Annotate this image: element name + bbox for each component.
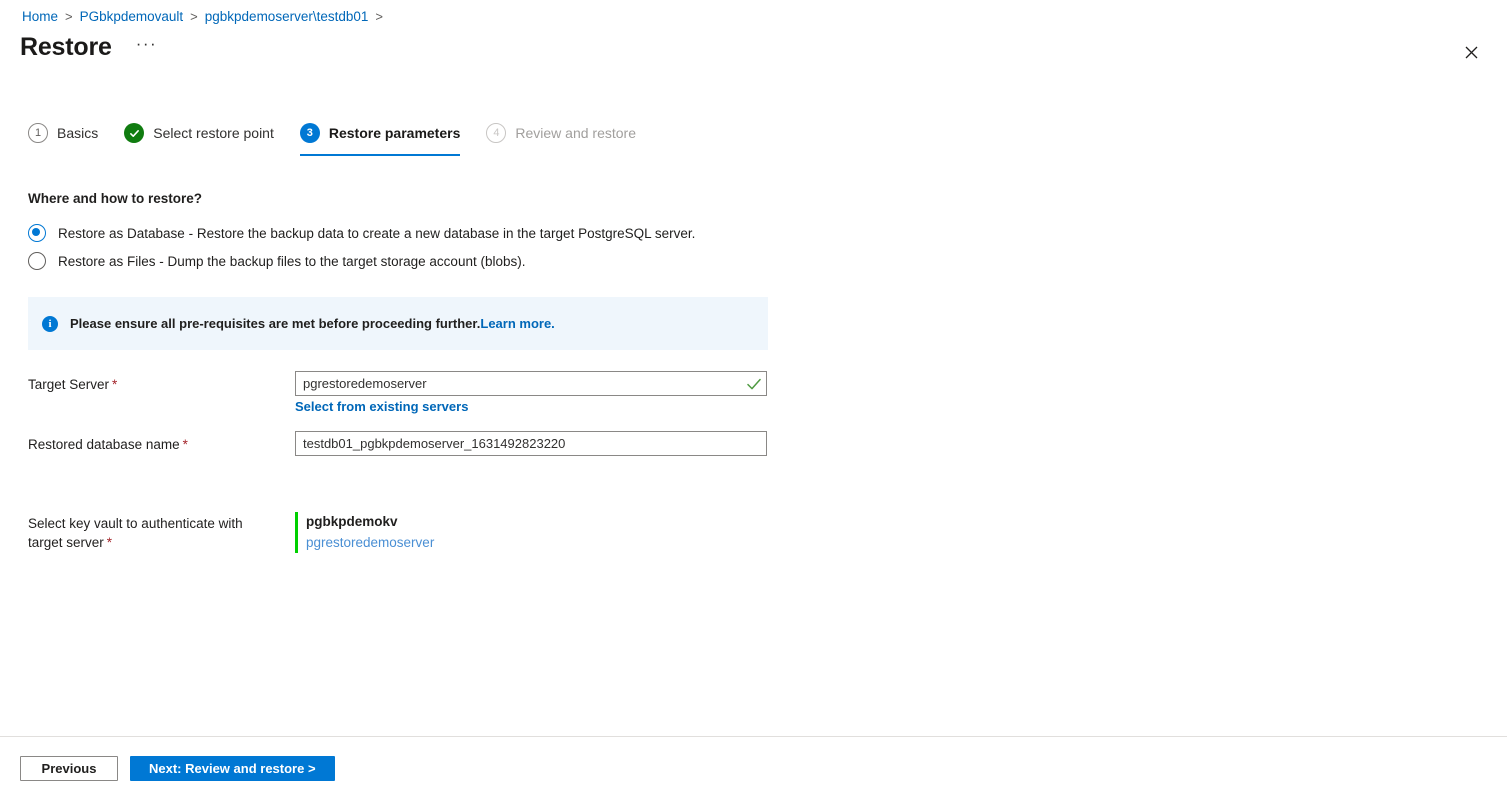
label-target-server: Target Server* bbox=[28, 375, 117, 394]
next-review-and-restore-button[interactable]: Next: Review and restore > bbox=[130, 756, 335, 781]
step-label: Basics bbox=[57, 125, 98, 141]
info-banner-text: Please ensure all pre-requisites are met… bbox=[70, 316, 555, 331]
more-options-button[interactable]: ··· bbox=[132, 33, 161, 61]
step-number-badge: 4 bbox=[486, 123, 506, 143]
key-vault-name: pgbkpdemokv bbox=[306, 512, 434, 532]
step-complete-check-icon bbox=[124, 123, 144, 143]
page-title: Restore bbox=[20, 30, 112, 64]
label-restored-database-name-text: Restored database name bbox=[28, 437, 180, 452]
radio-option-label: Restore as Database - Restore the backup… bbox=[58, 226, 695, 241]
breadcrumb-separator: > bbox=[65, 9, 73, 24]
required-indicator: * bbox=[183, 437, 188, 452]
learn-more-link[interactable]: Learn more. bbox=[480, 316, 554, 331]
required-indicator: * bbox=[107, 535, 112, 550]
step-number-badge: 1 bbox=[28, 123, 48, 143]
target-server-input[interactable] bbox=[295, 371, 767, 396]
info-banner-message: Please ensure all pre-requisites are met… bbox=[70, 316, 480, 331]
breadcrumb-item-vault[interactable]: PGbkpdemovault bbox=[80, 9, 184, 24]
step-label: Restore parameters bbox=[329, 125, 461, 141]
title-row: Restore ··· bbox=[20, 30, 161, 64]
label-target-server-text: Target Server bbox=[28, 377, 109, 392]
previous-button[interactable]: Previous bbox=[20, 756, 118, 781]
checkmark-icon bbox=[129, 128, 140, 139]
breadcrumb-item-home[interactable]: Home bbox=[22, 9, 58, 24]
select-from-existing-servers-link[interactable]: Select from existing servers bbox=[295, 399, 468, 414]
step-label: Select restore point bbox=[153, 125, 274, 141]
key-vault-status-bar bbox=[295, 512, 298, 553]
key-vault-subtitle: pgrestoredemoserver bbox=[306, 532, 434, 553]
info-circle-icon: i bbox=[42, 316, 58, 332]
wizard-steps: 1 Basics Select restore point 3 Restore … bbox=[28, 118, 662, 148]
breadcrumb: Home > PGbkpdemovault > pgbkpdemoserver\… bbox=[22, 4, 390, 28]
radio-option-label: Restore as Files - Dump the backup files… bbox=[58, 254, 525, 269]
step-label: Review and restore bbox=[515, 125, 636, 141]
target-server-valid-checkmark-icon bbox=[746, 376, 762, 392]
radio-option-restore-as-files[interactable]: Restore as Files - Dump the backup files… bbox=[28, 247, 695, 275]
close-button[interactable] bbox=[1455, 36, 1487, 68]
step-number-badge: 3 bbox=[300, 123, 320, 143]
section-heading-where-and-how: Where and how to restore? bbox=[28, 191, 202, 206]
prerequisites-info-banner: i Please ensure all pre-requisites are m… bbox=[28, 297, 768, 350]
label-select-key-vault-line1: Select key vault to authenticate with bbox=[28, 516, 243, 531]
radio-unselected-icon bbox=[28, 252, 46, 270]
footer-divider bbox=[0, 736, 1507, 737]
label-restored-database-name: Restored database name* bbox=[28, 435, 188, 454]
wizard-step-restore-parameters[interactable]: 3 Restore parameters bbox=[300, 118, 461, 148]
breadcrumb-separator: > bbox=[190, 9, 198, 24]
key-vault-selection[interactable]: pgbkpdemokv pgrestoredemoserver bbox=[295, 512, 434, 553]
restore-mode-radio-group: Restore as Database - Restore the backup… bbox=[28, 219, 695, 275]
wizard-step-review-and-restore: 4 Review and restore bbox=[486, 118, 636, 148]
radio-selected-icon bbox=[28, 224, 46, 242]
required-indicator: * bbox=[112, 377, 117, 392]
wizard-step-select-restore-point[interactable]: Select restore point bbox=[124, 118, 274, 148]
wizard-step-basics[interactable]: 1 Basics bbox=[28, 118, 98, 148]
breadcrumb-item-database[interactable]: pgbkpdemoserver\testdb01 bbox=[205, 9, 369, 24]
wizard-footer: Previous Next: Review and restore > bbox=[20, 756, 335, 781]
restored-database-name-input[interactable] bbox=[295, 431, 767, 456]
active-step-underline bbox=[300, 154, 461, 156]
close-icon bbox=[1465, 46, 1478, 59]
radio-option-restore-as-database[interactable]: Restore as Database - Restore the backup… bbox=[28, 219, 695, 247]
breadcrumb-separator-trailing: > bbox=[375, 9, 383, 24]
label-select-key-vault: Select key vault to authenticate with ta… bbox=[28, 514, 278, 552]
label-select-key-vault-line2: target server bbox=[28, 535, 104, 550]
